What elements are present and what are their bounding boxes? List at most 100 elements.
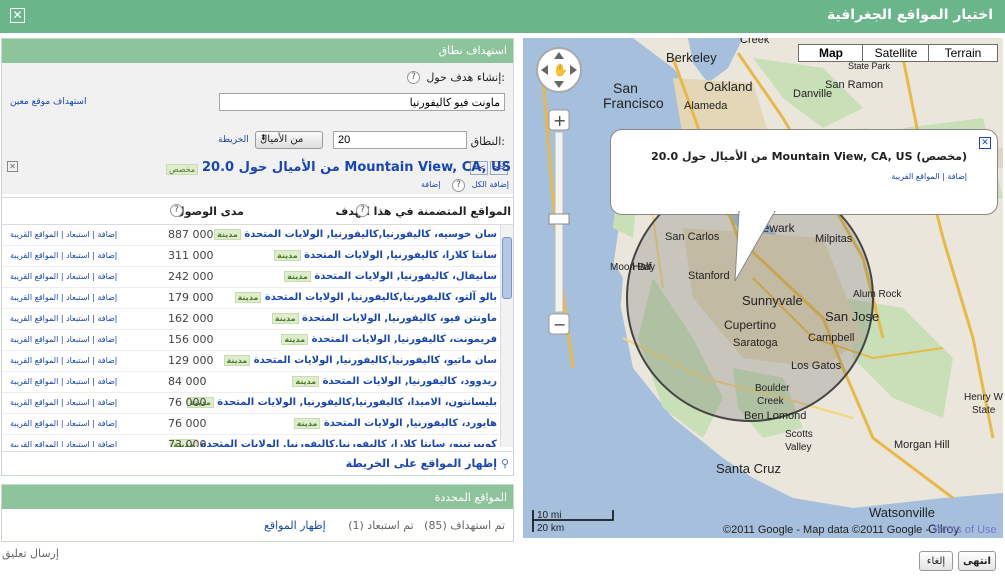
row-actions[interactable]: إضافة | استبعاد | المواقع القريبة (10, 272, 117, 281)
map-city-label: Morgan Hill (894, 439, 950, 451)
add-all-link[interactable]: إضافة الكل (472, 180, 509, 189)
map-city-label: Stanford (688, 270, 730, 282)
show-locations-link[interactable]: إظهار المواقع (264, 519, 326, 532)
remove-icon[interactable]: ✕ (7, 161, 18, 172)
list-scrollbar[interactable] (500, 225, 513, 447)
map-type-map-button[interactable]: Map (798, 44, 864, 62)
map-city-label: Santa Cruz (716, 461, 782, 476)
location-name[interactable]: فريمونت، كاليفورنيا, الولايات المتحدة مد… (281, 334, 497, 345)
svg-text:+: + (553, 111, 566, 130)
location-name[interactable]: كوبيرتينو، سانتا كلارا، كاليفورنيا,كاليف… (170, 439, 497, 447)
location-name[interactable]: ريدوود، كاليفورنيا, الولايات المتحدة مدي… (292, 376, 497, 387)
dialog-titlebar: ✕ اختيار المواقع الجغرافية (0, 0, 1005, 33)
chevron-updown-icon: ⬍ (260, 133, 267, 142)
target-specific-location-link[interactable]: استهداف موقع معين (10, 97, 86, 107)
map-city-label: Watsonville (869, 505, 935, 520)
close-icon[interactable]: ✕ (10, 8, 25, 23)
map-type-satellite-button[interactable]: Satellite (862, 44, 930, 62)
map-city-label: San Jose (825, 309, 880, 324)
location-name[interactable]: بليسانتون، الاميدا، كاليفورنيا,كاليفورني… (187, 397, 497, 408)
help-icon[interactable]: ? (407, 71, 420, 84)
location-name[interactable]: سانتا كلارا، كاليفورنيا, الولايات المتحد… (273, 250, 497, 261)
city-tag: مدينة (292, 376, 320, 387)
pan-control[interactable]: ✋ (536, 47, 582, 93)
location-search-input[interactable] (219, 93, 505, 111)
help-icon[interactable]: ? (170, 204, 183, 217)
list-item: سان خوسيه، كاليفورنيا,كاليفورنيا, الولاي… (2, 225, 499, 246)
bubble-links[interactable]: إضافة | المواقع القريبة (891, 172, 967, 181)
radius-unit-select[interactable]: من الأميال ⬍ (255, 131, 323, 149)
bubble-title: 20.0 من الأميال حول Mountain View, CA, U… (651, 150, 967, 163)
custom-tag: مخصص (166, 164, 199, 175)
zoom-in-button[interactable]: + (548, 109, 570, 131)
map-city-label: San Ramon (825, 79, 884, 91)
map-city-label: Ben Lomond (744, 410, 807, 422)
map-city-label: Francisco (603, 95, 664, 111)
location-reach: 887 000 (168, 228, 214, 241)
map-city-label: Alameda (684, 100, 728, 112)
location-reach: 162 000 (168, 312, 214, 325)
selected-locations-panel: المواقع المحددة تم استهداف (85) تم استبع… (1, 484, 514, 542)
zoom-out-button[interactable]: − (548, 313, 570, 335)
row-actions[interactable]: إضافة | استبعاد | المواقع القريبة (10, 356, 117, 365)
bubble-tail (734, 211, 776, 282)
map-city-label: Scotts (785, 429, 813, 440)
city-tag: مدينة (214, 229, 241, 240)
radius-input[interactable] (333, 131, 467, 149)
map-city-label: Berkeley (666, 50, 717, 65)
city-tag: مدينة (281, 334, 309, 345)
map-pin-icon: ⚲ (500, 457, 509, 470)
location-name[interactable]: سانيفال، كاليفورنيا, الولايات المتحدة مد… (284, 271, 497, 282)
map-city-label: State (972, 405, 996, 416)
zoom-slider-thumb[interactable] (548, 213, 570, 225)
row-actions[interactable]: إضافة | استبعاد | المواقع القريبة (10, 419, 117, 428)
dialog-title: اختيار المواقع الجغرافية (826, 7, 993, 23)
city-tag: مدينة (234, 292, 262, 303)
create-target-label: إنشاء هدف حول: (426, 71, 505, 84)
row-actions[interactable]: إضافة | استبعاد | المواقع القريبة (10, 293, 117, 302)
row-actions[interactable]: إضافة | استبعاد | المواقع القريبة (10, 377, 117, 386)
add-link[interactable]: إضافة (421, 180, 441, 189)
show-on-map-link[interactable]: إظهار المواقع على الخريطة (346, 457, 497, 470)
row-actions[interactable]: إضافة | استبعاد | المواقع القريبة (10, 230, 117, 239)
map-city-label: Los Gatos (791, 360, 842, 372)
bubble-close-icon[interactable]: ✕ (979, 137, 991, 149)
cancel-button[interactable]: إلغاء (919, 551, 953, 571)
done-button[interactable]: انتهى (958, 551, 996, 571)
help-icon[interactable]: ? (356, 204, 369, 217)
list-item: سانتا كلارا، كاليفورنيا, الولايات المتحد… (2, 246, 499, 267)
location-name[interactable]: سان ماتيو، كاليفورنيا,كاليفورنيا, الولاي… (223, 355, 497, 366)
send-feedback-link[interactable]: إرسال تعليق (2, 547, 59, 560)
location-name[interactable]: بالو آلتو، كاليفورنيا,كاليفورنيا, الولاي… (234, 292, 497, 303)
city-tag: مدينة (223, 355, 251, 366)
info-bubble: ✕ 20.0 من الأميال حول Mountain View, CA,… (610, 129, 998, 215)
map-zoom-controls: ✋ + − (536, 47, 582, 335)
map-type-terrain-button[interactable]: Terrain (928, 44, 998, 62)
location-name[interactable]: هايورد، كاليفورنيا, الولايات المتحدة مدي… (293, 418, 497, 429)
map-city-label: San (613, 80, 638, 96)
map-city-label: Saratoga (733, 337, 778, 349)
location-reach: 76 000 (168, 417, 207, 430)
row-actions[interactable]: إضافة | استبعاد | المواقع القريبة (10, 314, 117, 323)
row-actions[interactable]: إضافة | استبعاد | المواقع القريبة (10, 335, 117, 344)
map-view[interactable]: Map Satellite Terrain ✋ + − Creek Berkele… (523, 38, 1003, 538)
list-item: ماونتن فيو، كاليفورنيا, الولايات المتحدة… (2, 309, 499, 330)
panel-header-label: استهداف نطاق (438, 44, 507, 57)
map-city-label: San Carlos (665, 231, 720, 243)
location-name[interactable]: ماونتن فيو، كاليفورنيا, الولايات المتحدة… (271, 313, 497, 324)
row-actions[interactable]: إضافة | استبعاد | المواقع القريبة (10, 398, 117, 407)
map-link[interactable]: الخريطة (218, 135, 249, 145)
list-item: ريدوود، كاليفورنيا, الولايات المتحدة مدي… (2, 372, 499, 393)
radius-label: النطاق: (470, 135, 505, 148)
terms-of-use-link[interactable]: Terms of Use (932, 524, 997, 536)
help-icon[interactable]: ? (452, 179, 465, 192)
row-actions[interactable]: إضافة | استبعاد | المواقع القريبة (10, 440, 117, 447)
scrollbar-thumb[interactable] (502, 237, 512, 299)
list-item: كوبيرتينو، سانتا كلارا، كاليفورنيا,كاليف… (2, 435, 499, 447)
map-city-label: Cupertino (724, 318, 777, 332)
result-title[interactable]: 20.0 من الأميال حول Mountain View, CA, U… (202, 160, 511, 175)
location-name[interactable]: سان خوسيه، كاليفورنيا,كاليفورنيا, الولاي… (214, 229, 497, 240)
map-city-label: Valley (785, 442, 812, 453)
city-tag: مدينة (273, 250, 301, 261)
row-actions[interactable]: إضافة | استبعاد | المواقع القريبة (10, 251, 117, 260)
